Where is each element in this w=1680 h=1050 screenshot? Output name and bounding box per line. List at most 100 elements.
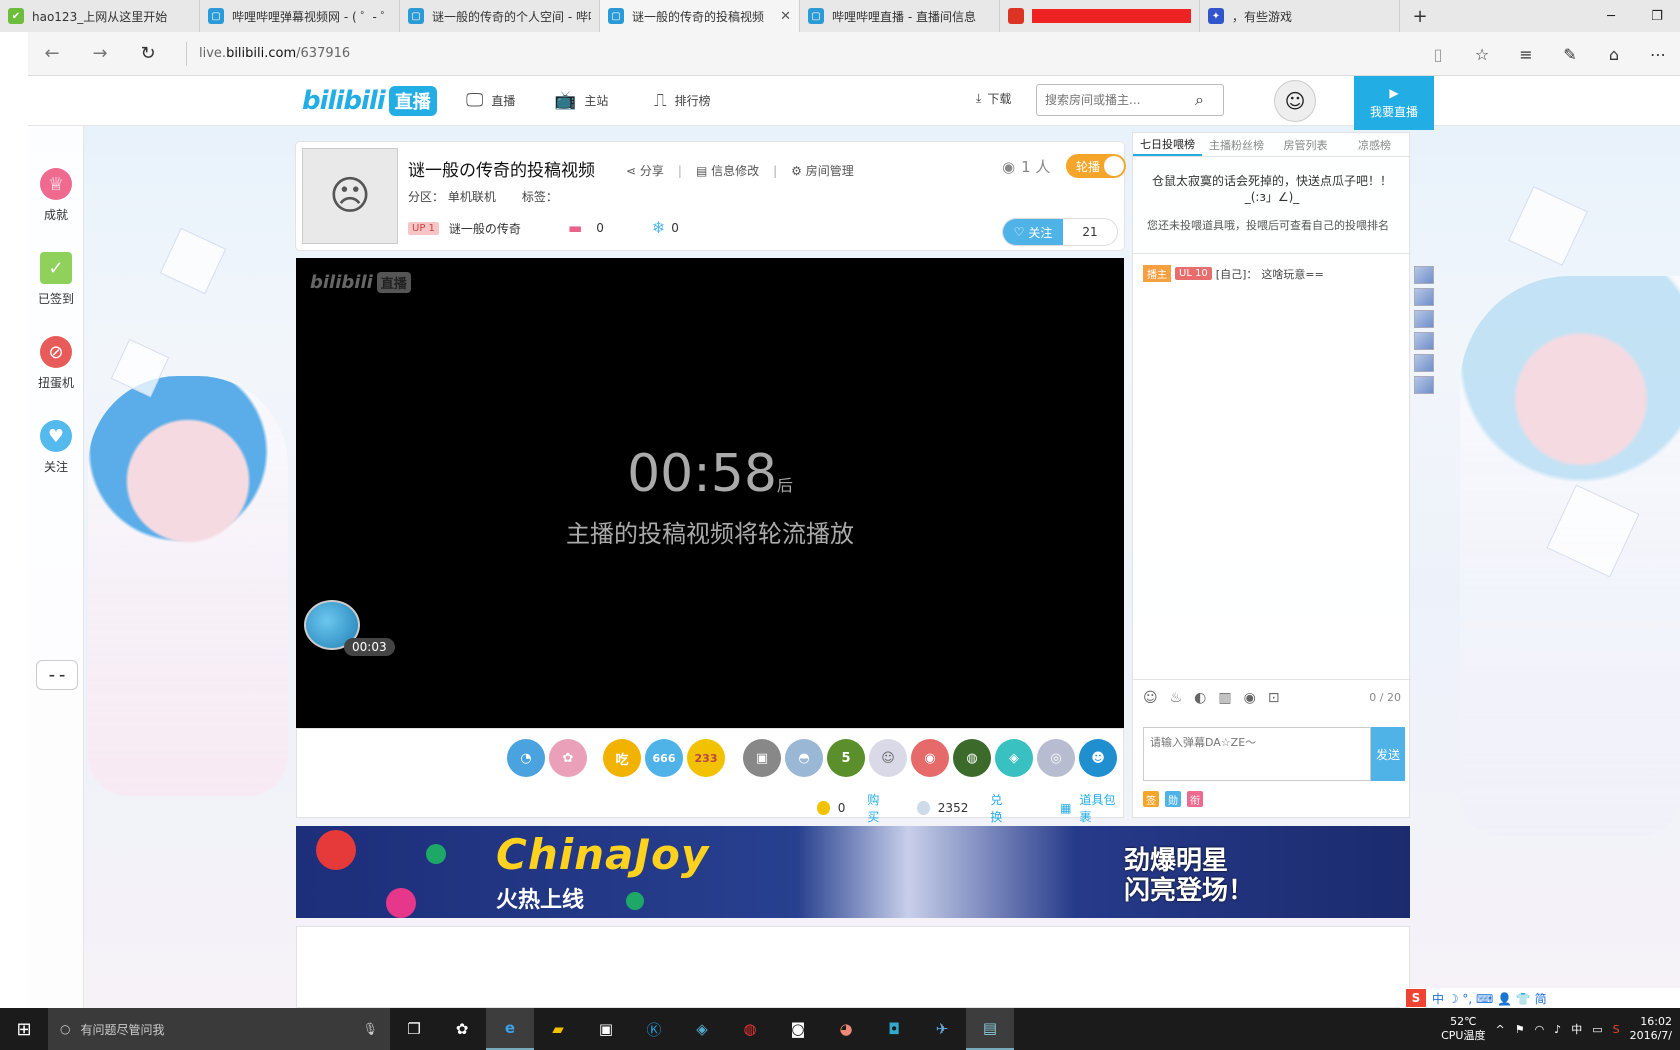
tray-app-icon[interactable]: ⚑: [1515, 1023, 1525, 1036]
gift-9[interactable]: ☺: [869, 739, 907, 777]
sogou-icon[interactable]: S: [1406, 989, 1426, 1007]
reading-view-icon[interactable]: ▯: [1416, 32, 1460, 76]
item-bag-link[interactable]: 道具包裹: [1079, 791, 1123, 825]
browser-tab-hao123[interactable]: ✔ hao123_上网从这里开始: [0, 0, 200, 32]
app-icon[interactable]: ▤: [966, 1008, 1014, 1050]
restore-icon[interactable]: ❐: [1634, 0, 1680, 32]
favorite-star-icon[interactable]: ☆: [1460, 32, 1504, 76]
clock[interactable]: 16:02 2016/7/: [1630, 1015, 1672, 1043]
gift-11[interactable]: ◍: [953, 739, 991, 777]
buy-link[interactable]: 购买: [867, 791, 889, 825]
thumbnail[interactable]: [1414, 332, 1434, 350]
cpu-temperature[interactable]: 52℃ CPU温度: [1441, 1015, 1485, 1043]
send-button[interactable]: 发送: [1371, 727, 1405, 781]
chat-user[interactable]: [自己]：: [1216, 266, 1258, 282]
tab-weekly-feed[interactable]: 七日投喂榜: [1133, 133, 1202, 156]
gift-10[interactable]: ◉: [911, 739, 949, 777]
search-icon[interactable]: ⌕: [1195, 90, 1204, 110]
thumbnail[interactable]: [1414, 288, 1434, 306]
back-icon[interactable]: ←: [28, 32, 76, 76]
volume-icon[interactable]: ♪: [1554, 1023, 1561, 1036]
nav-ranking[interactable]: ⎍ 排行榜: [654, 90, 711, 111]
share-icon[interactable]: ⌂: [1592, 32, 1636, 76]
download-link[interactable]: ⤓ 下载: [976, 90, 1011, 107]
gift-4[interactable]: 666: [645, 739, 683, 777]
notification-icon[interactable]: ▭: [1592, 1023, 1602, 1036]
gift-7[interactable]: ◓: [785, 739, 823, 777]
nav-live[interactable]: 🖵 直播: [466, 90, 515, 111]
tray-expand-icon[interactable]: ^: [1495, 1023, 1504, 1036]
palette-icon[interactable]: ◐: [1194, 690, 1206, 706]
browser-tab-bilibili-home[interactable]: ▢ 哔哩哔哩弹幕视频网 - ( ゜- ゜): [200, 0, 400, 32]
danmaku-input[interactable]: [1143, 727, 1371, 781]
hub-icon[interactable]: ≡: [1504, 32, 1548, 76]
file-explorer-icon[interactable]: ▰: [534, 1008, 582, 1050]
store-icon[interactable]: ▣: [582, 1008, 630, 1050]
address-bar[interactable]: live. bilibili.com/637916: [186, 41, 350, 66]
sidebar-item-gacha[interactable]: ⊘ 扭蛋机: [28, 336, 84, 391]
forward-icon[interactable]: →: [76, 32, 124, 76]
room-cover-image[interactable]: ☹: [302, 148, 398, 244]
chinajoy-banner[interactable]: ChinaJoy 火热上线 劲爆明星 闪亮登场！: [296, 826, 1410, 918]
gift-12[interactable]: ◈: [995, 739, 1033, 777]
gift-13[interactable]: ◎: [1037, 739, 1075, 777]
category-value[interactable]: 单机联机: [448, 190, 496, 204]
video-player[interactable]: bilibili 直播 00:58后 主播的投稿视频将轮流播放 00:03: [296, 258, 1124, 728]
edit-info-button[interactable]: ▤ 信息修改: [696, 162, 759, 179]
app-icon[interactable]: ✿: [438, 1008, 486, 1050]
app-icon[interactable]: ✈: [918, 1008, 966, 1050]
search-input[interactable]: [1045, 93, 1195, 107]
block-icon[interactable]: ⊡: [1268, 690, 1280, 706]
bilibili-live-logo[interactable]: bilibili 直播: [302, 82, 437, 120]
browser-tab-redacted[interactable]: [1000, 0, 1200, 32]
tab-fans-rank[interactable]: 主播粉丝榜: [1202, 133, 1271, 156]
gift-14[interactable]: ☻: [1079, 739, 1117, 777]
owner-name[interactable]: 谜一般の传奇: [449, 220, 521, 237]
gift-8[interactable]: 5: [827, 739, 865, 777]
minimize-icon[interactable]: ─: [1588, 0, 1634, 32]
app-icon[interactable]: ◈: [678, 1008, 726, 1050]
edge-browser-icon[interactable]: e: [486, 1008, 534, 1050]
gift-6[interactable]: ▣: [743, 739, 781, 777]
tab-cool-rank[interactable]: 凉感榜: [1340, 133, 1409, 156]
sidebar-item-follow[interactable]: ♥ 关注: [28, 420, 84, 475]
nav-main-site[interactable]: 📺 主站: [554, 90, 608, 111]
user-avatar[interactable]: ☺: [1274, 80, 1316, 122]
go-live-button[interactable]: ▶ 我要直播: [1354, 76, 1434, 130]
record-icon[interactable]: ◉: [1244, 690, 1256, 706]
medal-badge[interactable]: 勋: [1165, 791, 1181, 807]
thumbnail[interactable]: [1414, 310, 1434, 328]
gift-3[interactable]: 吃: [603, 739, 641, 777]
title-badge[interactable]: 衔: [1187, 791, 1203, 807]
room-manage-button[interactable]: ⚙ 房间管理: [791, 162, 854, 179]
app-icon[interactable]: ◘: [870, 1008, 918, 1050]
gift-5[interactable]: 233: [687, 739, 725, 777]
thumbnail[interactable]: [1414, 376, 1434, 394]
refresh-icon[interactable]: ↻: [124, 32, 172, 76]
trash-icon[interactable]: ▥: [1218, 690, 1231, 706]
checkin-badge[interactable]: 签: [1143, 791, 1159, 807]
cortana-search[interactable]: ○ 有问题尽管问我 🎙: [48, 1008, 390, 1050]
sidebar-item-achievements[interactable]: ♕ 成就: [28, 168, 84, 223]
exchange-link[interactable]: 兑换: [990, 791, 1012, 825]
sogou-tray-icon[interactable]: S: [1613, 1023, 1620, 1036]
browser-tab-live-info[interactable]: ▢ 哔哩哔哩直播 - 直播间信息: [800, 0, 1000, 32]
follow-button[interactable]: ♡ 关注: [1003, 219, 1063, 245]
tab-room-admins[interactable]: 房管列表: [1271, 133, 1340, 156]
close-icon[interactable]: ✕: [780, 9, 791, 24]
share-button[interactable]: ⋖ 分享: [626, 162, 664, 179]
game-icon[interactable]: ◙: [774, 1008, 822, 1050]
smile-icon[interactable]: ☺: [1143, 690, 1158, 706]
task-view-icon[interactable]: ❐: [390, 1008, 438, 1050]
browser-tab-user-space[interactable]: ▢ 谜一般的传奇的个人空间 - 哔哩哔哩: [400, 0, 600, 32]
gift-1[interactable]: ◔: [507, 739, 545, 777]
input-language[interactable]: 中: [1571, 1021, 1582, 1037]
rotation-toggle[interactable]: 轮播: [1066, 154, 1126, 178]
thumbnail[interactable]: [1414, 354, 1434, 372]
sidebar-item-checkin[interactable]: ✓ 已签到: [28, 252, 84, 307]
new-tab-button[interactable]: +: [1400, 0, 1440, 32]
kugou-icon[interactable]: Ⓚ: [630, 1008, 678, 1050]
thumbnail[interactable]: [1414, 266, 1434, 284]
web-note-icon[interactable]: ✎: [1548, 32, 1592, 76]
ime-status[interactable]: 中 ☽ °, ⌨ 👤 👕 简: [1432, 990, 1547, 1007]
